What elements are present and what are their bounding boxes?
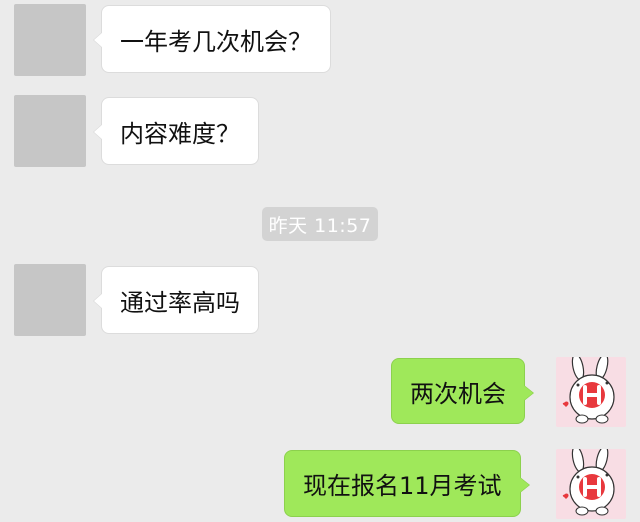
message-text: 通过率高吗 <box>120 288 240 317</box>
chat-window: 一年考几次机会？ 内容难度？ 昨天 11:57 通过率高吗 两次机会 现在报名1… <box>0 0 640 522</box>
message-text: 现在报名11月考试 <box>303 472 502 500</box>
message-text: 一年考几次机会？ <box>120 27 312 56</box>
avatar[interactable] <box>556 449 626 519</box>
message-bubble-outgoing[interactable]: 两次机会 <box>391 358 534 424</box>
avatar[interactable] <box>14 264 86 336</box>
avatar[interactable] <box>14 4 86 76</box>
rabbit-h-avatar-icon <box>556 357 626 427</box>
avatar[interactable] <box>556 357 626 427</box>
message-bubble-outgoing[interactable]: 现在报名11月考试 <box>284 450 530 517</box>
message-bubble-incoming[interactable]: 内容难度？ <box>93 97 259 165</box>
message-bubble-incoming[interactable]: 一年考几次机会？ <box>93 5 331 73</box>
message-bubble-incoming[interactable]: 通过率高吗 <box>93 266 259 334</box>
timestamp: 昨天 11:57 <box>262 207 378 241</box>
message-text: 内容难度？ <box>120 119 240 148</box>
timestamp-text: 昨天 11:57 <box>268 214 372 237</box>
avatar[interactable] <box>14 95 86 167</box>
message-text: 两次机会 <box>410 379 506 408</box>
rabbit-h-avatar-icon <box>556 449 626 519</box>
